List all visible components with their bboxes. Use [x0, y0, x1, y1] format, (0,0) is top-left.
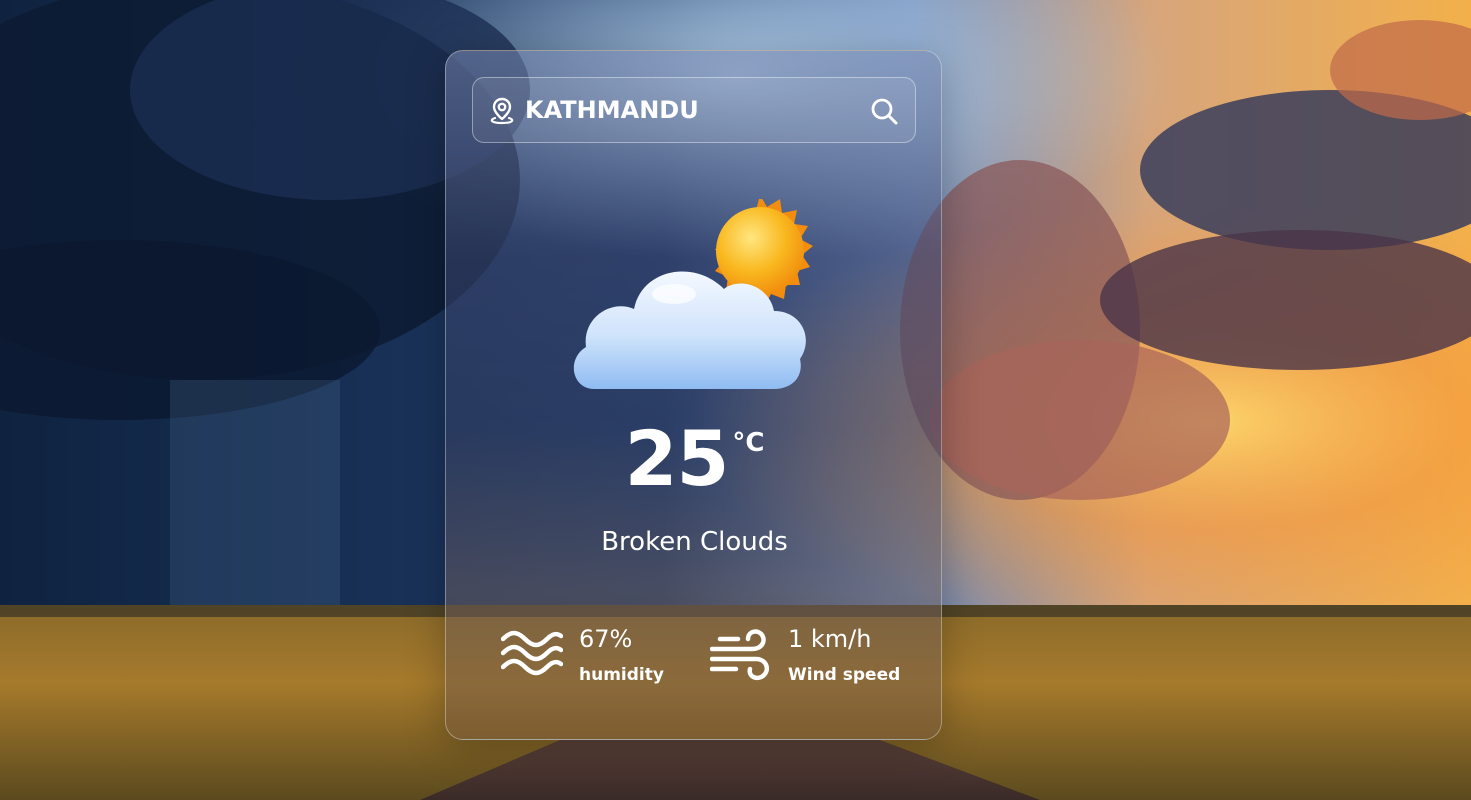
search-bar[interactable] [472, 77, 916, 143]
wind-label: Wind speed [788, 665, 901, 685]
temperature-unit: °C [732, 428, 765, 458]
temperature-display: 25 °C [446, 421, 943, 497]
humidity-detail: 67% humidity [501, 623, 701, 693]
humidity-value: 67% [579, 625, 633, 653]
wind-detail: 1 km/h Wind speed [710, 623, 930, 693]
search-input[interactable] [525, 92, 855, 128]
temperature-value: 25 [624, 414, 730, 503]
weather-card: 25°C Broken Clouds 67% humidity 1 km/h W… [445, 50, 942, 740]
location-pin-icon [490, 97, 514, 125]
weather-description: Broken Clouds [601, 527, 788, 557]
wind-icon [710, 629, 769, 681]
search-icon[interactable] [869, 96, 899, 126]
humidity-waves-icon [501, 630, 563, 676]
cloud-sun-icon [573, 199, 813, 389]
humidity-label: humidity [579, 665, 664, 685]
wind-value: 1 km/h [788, 625, 872, 653]
